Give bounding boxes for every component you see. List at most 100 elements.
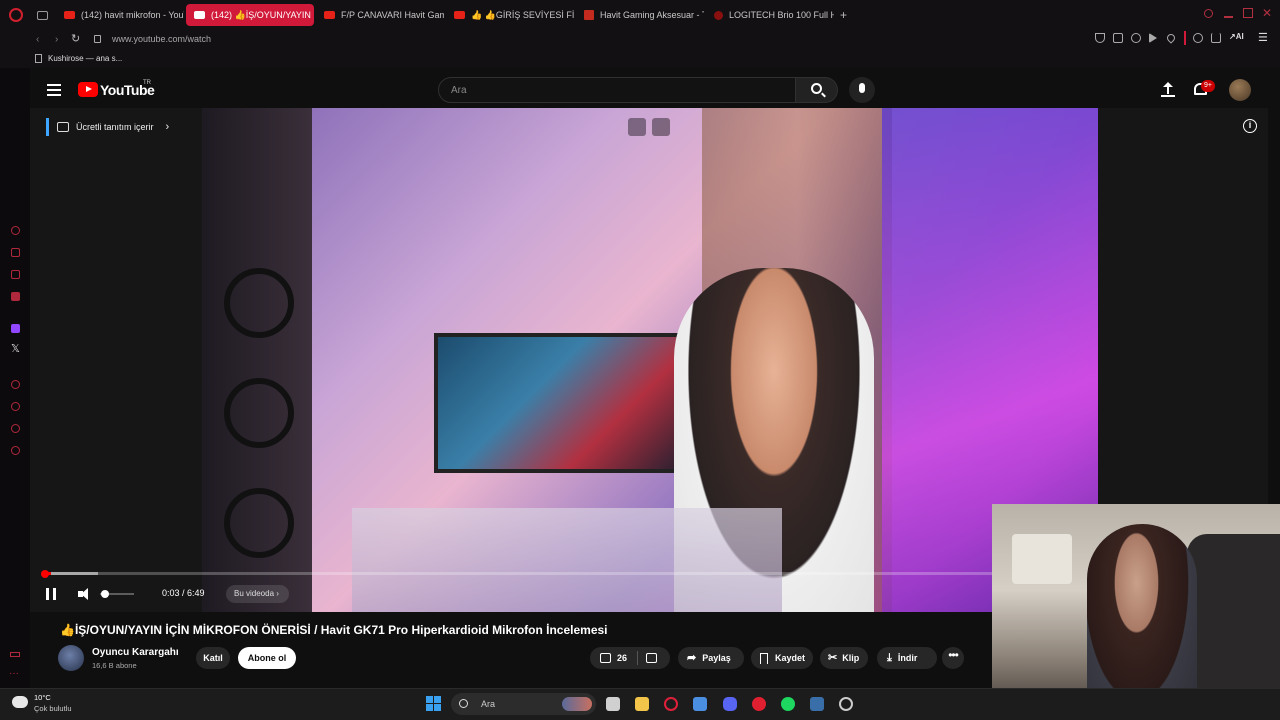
weather-cloud-icon[interactable] (12, 696, 28, 708)
weather-temperature[interactable]: 10°C (34, 693, 51, 702)
extensions-icon[interactable] (11, 424, 20, 433)
account-icon[interactable] (1193, 33, 1203, 43)
like-count[interactable]: 26 (617, 647, 627, 669)
messenger-icon[interactable] (11, 270, 20, 279)
youtube-icon (64, 11, 75, 19)
lock-icon (94, 35, 101, 43)
obs-icon[interactable] (839, 697, 853, 711)
bookmark-icon[interactable] (1095, 33, 1105, 43)
shelf-shape (1012, 534, 1072, 584)
file-explorer-icon[interactable] (635, 697, 649, 711)
maximize-icon[interactable] (1243, 8, 1253, 18)
spotify-icon[interactable] (781, 697, 795, 711)
skip-icon[interactable] (652, 118, 670, 136)
tab-active-video[interactable]: (142) 👍İŞ/OYUN/YAYIN (186, 4, 314, 26)
twitch-icon[interactable] (11, 324, 20, 333)
share-label: Paylaş (702, 653, 731, 663)
game-launcher-icon[interactable] (693, 697, 707, 711)
save-button[interactable]: Kaydet (751, 647, 813, 669)
x-twitter-icon[interactable]: 𝕏 (11, 342, 20, 355)
sidebar-setup-icon[interactable] (10, 652, 20, 657)
weather-condition[interactable]: Çok bulutlu (34, 704, 72, 713)
headphones-shape (224, 268, 294, 338)
windows-start-icon[interactable] (426, 696, 441, 711)
more-actions-button[interactable]: ••• (942, 647, 964, 669)
chevron-right-icon: › (165, 121, 170, 133)
chapter-button[interactable]: Bu videoda › (226, 585, 289, 603)
player-icon[interactable] (1149, 33, 1157, 43)
save-bookmark-icon (760, 652, 768, 664)
media-icon[interactable] (11, 292, 20, 301)
share-button[interactable]: ➦ Paylaş (678, 647, 744, 669)
region-code: TR (143, 80, 151, 86)
tab-logitech-brio[interactable]: LOGITECH Brio 100 Full HD (706, 4, 834, 26)
channel-avatar[interactable] (58, 645, 84, 671)
like-dislike-group: 26 (590, 647, 670, 669)
volume-icon[interactable] (78, 588, 92, 600)
app-red-icon[interactable] (752, 697, 766, 711)
progress-scrubber[interactable] (41, 570, 49, 578)
history-icon[interactable] (11, 402, 20, 411)
tab-fp-canavari[interactable]: F/P CANAVARI Havit Gaming (316, 4, 444, 26)
youtube-icon (454, 11, 465, 19)
chapter-label: Bu videoda (234, 589, 275, 598)
new-tab-button[interactable]: + (840, 8, 847, 22)
voice-search-icon[interactable] (849, 77, 875, 103)
search-input[interactable]: Ara (438, 77, 796, 103)
video-frame[interactable] (202, 108, 1098, 612)
subscribe-button[interactable]: Abone ol (238, 647, 296, 669)
upload-icon[interactable] (1162, 82, 1174, 96)
picture-in-picture-icon[interactable] (628, 118, 646, 136)
bookmark-item[interactable]: Kushirose — ana s... (48, 54, 122, 63)
toolbar-divider (1184, 31, 1186, 45)
download-button[interactable]: ⤓ İndir (877, 647, 937, 669)
clip-button[interactable]: ✂ Klip (820, 647, 868, 669)
volume-knob[interactable] (101, 590, 109, 598)
discord-icon[interactable] (723, 697, 737, 711)
tab-havit-mikrofon[interactable]: (142) havit mikrofon - YouTube (56, 4, 184, 26)
steam-icon[interactable] (810, 697, 824, 711)
player-sidebar-icon[interactable] (11, 380, 20, 389)
tab-havit-aksesuar[interactable]: Havit Gaming Aksesuar - T (576, 4, 704, 26)
thumbs-up-icon[interactable] (600, 653, 611, 663)
sidebar-more-icon[interactable]: ··· (9, 668, 19, 679)
download-icon[interactable] (1211, 33, 1221, 43)
vpn-shield-icon[interactable] (1131, 33, 1141, 43)
bookmarks-bar: Kushirose — ana s... (0, 50, 1280, 68)
back-icon[interactable]: ‹ (36, 34, 39, 45)
tab-islands-icon[interactable] (37, 10, 48, 20)
clip-label: Klip (842, 653, 860, 663)
join-button[interactable]: Katıl (196, 647, 230, 669)
settings-icon[interactable] (11, 446, 20, 455)
tab-label: LOGITECH Brio 100 Full HD (729, 10, 834, 20)
youtube-logo-icon[interactable] (78, 82, 98, 97)
shopping-icon[interactable] (11, 248, 20, 257)
guide-menu-icon[interactable] (47, 84, 61, 96)
aria-ai-icon[interactable]: ↗AI (1229, 32, 1244, 41)
speaker-icon (194, 11, 205, 19)
info-icon[interactable]: i (1243, 119, 1257, 133)
close-window-icon[interactable]: ✕ (1262, 6, 1272, 20)
easy-setup-icon[interactable]: ☰ (1258, 31, 1268, 44)
like-divider (637, 651, 639, 665)
address-input[interactable]: www.youtube.com/watch (112, 34, 211, 44)
opera-logo-icon[interactable] (9, 8, 23, 22)
snapshot-icon[interactable] (1113, 33, 1123, 43)
speed-dial-icon[interactable] (11, 226, 20, 235)
forward-icon[interactable]: › (55, 34, 58, 45)
pause-icon[interactable] (46, 588, 56, 600)
search-tabs-icon[interactable] (1204, 9, 1213, 18)
promo-text: Ücretli tanıtım içerir (76, 122, 154, 132)
avatar[interactable] (1229, 79, 1251, 101)
progress-bar[interactable] (44, 572, 994, 575)
task-view-icon[interactable] (606, 697, 620, 711)
thumbs-down-icon[interactable] (646, 653, 658, 663)
opera-gx-taskbar-icon[interactable] (664, 697, 678, 711)
headphones-shape (224, 488, 294, 558)
search-icon (811, 83, 822, 94)
channel-name[interactable]: Oyuncu Karargahı (92, 647, 179, 658)
minimize-icon[interactable] (1224, 16, 1233, 18)
reload-icon[interactable]: ↻ (71, 32, 80, 45)
tab-giris-seviyesi[interactable]: 👍 👍GİRİŞ SEVİYESİ FİYAT (446, 4, 574, 26)
paid-promotion-label[interactable]: Ücretli tanıtım içerir › (46, 118, 169, 136)
